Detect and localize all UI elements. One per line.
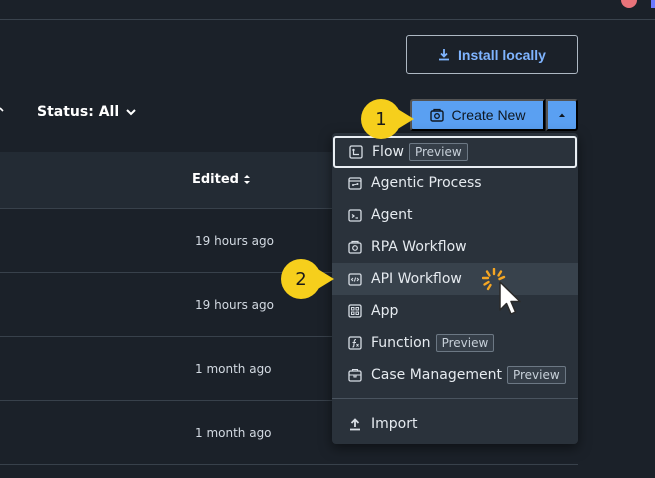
preview-badge: Preview: [408, 143, 468, 161]
column-header-edited[interactable]: Edited: [192, 172, 251, 187]
row-edited-time: 19 hours ago: [195, 298, 274, 312]
case-management-icon: [348, 368, 362, 382]
menu-item-import[interactable]: Import: [332, 408, 578, 440]
top-strip: [0, 0, 655, 20]
agent-icon: [348, 209, 362, 222]
api-workflow-icon: [348, 273, 362, 286]
menu-item-case-management[interactable]: Case Management Preview: [332, 359, 578, 391]
create-new-menu: Flow Preview Agentic Process Agent RPA W…: [332, 133, 578, 444]
create-new-split-button: Create New: [410, 99, 578, 131]
menu-item-app[interactable]: App: [332, 295, 578, 327]
caret-up-icon: [559, 113, 565, 117]
row-edited-time: 19 hours ago: [195, 234, 274, 248]
menu-item-label: RPA Workflow: [371, 239, 467, 255]
row-edited-time: 1 month ago: [195, 362, 272, 376]
menu-item-label: App: [371, 303, 399, 319]
menu-divider: [332, 398, 578, 399]
download-icon: [439, 48, 450, 60]
app-page: Install locally Status: All Create New E…: [0, 0, 655, 478]
create-new-label: Create New: [451, 107, 526, 123]
menu-item-label: API Workflow: [371, 271, 462, 287]
menu-item-rpa-workflow[interactable]: RPA Workflow: [332, 231, 578, 263]
menu-item-label: Flow: [372, 144, 404, 160]
step-callout-1: 1: [361, 99, 401, 139]
status-filter-label: Status: All: [37, 104, 120, 120]
create-new-caret-button[interactable]: [546, 99, 578, 131]
menu-item-api-workflow[interactable]: API Workflow: [332, 263, 578, 295]
menu-item-label: Function: [371, 335, 431, 351]
rpa-workflow-icon: [348, 240, 362, 254]
step-callout-2: 2: [281, 259, 321, 299]
flow-icon: [349, 145, 363, 159]
menu-item-flow[interactable]: Flow Preview: [333, 136, 577, 168]
preview-badge: Preview: [435, 334, 495, 352]
function-icon: [348, 336, 362, 350]
upload-icon: [350, 418, 360, 431]
menu-item-function[interactable]: Function Preview: [332, 327, 578, 359]
create-new-button[interactable]: Create New: [410, 99, 545, 131]
menu-item-label: Import: [371, 416, 418, 432]
menu-item-label: Agent: [371, 207, 413, 223]
callout-number: 2: [295, 268, 307, 290]
menu-item-agentic-process[interactable]: Agentic Process: [332, 167, 578, 199]
app-icon: [348, 304, 362, 318]
partial-chevron-icon[interactable]: [0, 105, 4, 115]
status-filter-dropdown[interactable]: Status: All: [37, 103, 137, 121]
chevron-down-icon: [126, 109, 136, 116]
mouse-cursor-icon: [482, 268, 521, 315]
callout-number: 1: [375, 108, 387, 130]
menu-item-label: Case Management: [371, 367, 502, 383]
agentic-process-icon: [348, 177, 362, 190]
create-box-icon: [429, 108, 444, 122]
install-locally-label: Install locally: [458, 46, 546, 63]
menu-item-agent[interactable]: Agent: [332, 199, 578, 231]
sort-icon: [243, 175, 250, 184]
window-close-dot[interactable]: [621, 0, 637, 8]
column-header-edited-label: Edited: [192, 172, 239, 187]
menu-item-label: Agentic Process: [371, 175, 482, 191]
preview-badge: Preview: [506, 366, 566, 384]
window-edge: [651, 0, 655, 8]
install-locally-button[interactable]: Install locally: [406, 35, 578, 74]
row-edited-time: 1 month ago: [195, 426, 272, 440]
